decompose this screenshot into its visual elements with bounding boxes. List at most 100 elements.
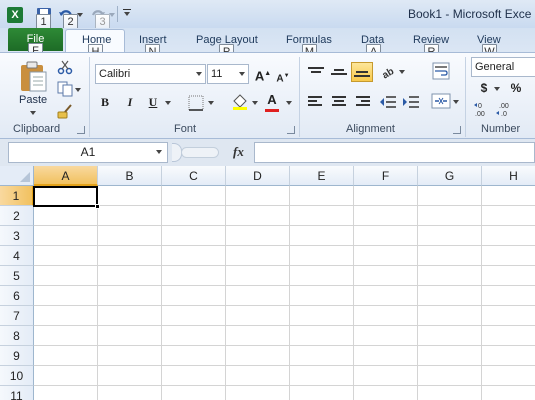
bottom-align-icon[interactable]	[351, 62, 373, 82]
column-header[interactable]: G	[418, 166, 482, 186]
shrink-font-button[interactable]: A▼	[273, 66, 293, 86]
underline-button[interactable]: U	[143, 92, 163, 112]
row-header[interactable]: 3	[0, 226, 34, 246]
grow-font-button[interactable]: A▲	[253, 64, 273, 84]
top-align-icon[interactable]	[306, 67, 326, 79]
increase-decimal-icon[interactable]: 0 .00	[474, 101, 492, 117]
row-header[interactable]: 6	[0, 286, 34, 306]
font-size-combo[interactable]: 11	[207, 64, 249, 84]
format-painter-icon[interactable]	[57, 103, 73, 119]
column-header[interactable]: C	[162, 166, 226, 186]
merge-dropdown-icon[interactable]	[453, 100, 459, 104]
active-cell-a1[interactable]	[33, 186, 98, 207]
grid-line	[225, 186, 226, 400]
window-title: Book1 - Microsoft Exce	[408, 7, 532, 21]
fill-color-dropdown-icon[interactable]	[252, 101, 258, 105]
borders-icon[interactable]	[188, 95, 204, 111]
grid-line	[289, 186, 290, 400]
worksheet-grid[interactable]: A B C D E F G H 1 2 3 4 5 6 7 8 9 10 11	[0, 166, 535, 400]
insert-function-button[interactable]: fx	[233, 144, 244, 160]
svg-text:.00: .00	[475, 111, 485, 117]
row-header[interactable]: 10	[0, 366, 34, 386]
currency-dropdown-icon[interactable]	[494, 87, 500, 91]
column-header[interactable]: E	[290, 166, 354, 186]
group-separator	[465, 57, 466, 137]
copy-dropdown-icon[interactable]	[75, 88, 81, 92]
alignment-launcher-icon[interactable]	[453, 126, 461, 134]
paste-button[interactable]: Paste	[19, 94, 47, 106]
font-launcher-icon[interactable]	[287, 126, 295, 134]
currency-button[interactable]: $	[474, 78, 494, 98]
name-box-dropdown-icon[interactable]	[156, 150, 162, 154]
font-color-swatch	[265, 109, 279, 112]
column-header[interactable]: F	[354, 166, 418, 186]
row-header[interactable]: 2	[0, 206, 34, 226]
grid-line	[34, 245, 535, 246]
increase-indent-icon[interactable]	[402, 94, 420, 110]
chevron-down-icon	[196, 72, 202, 76]
select-all-triangle-icon	[20, 172, 30, 182]
percent-button[interactable]: %	[506, 78, 526, 98]
italic-button[interactable]: I	[120, 92, 140, 112]
svg-text:ab: ab	[380, 66, 396, 79]
grid-line	[34, 345, 535, 346]
group-separator	[299, 57, 300, 137]
orientation-dropdown-icon[interactable]	[399, 70, 405, 74]
grid-line	[34, 285, 535, 286]
row-header[interactable]: 11	[0, 386, 34, 400]
column-header[interactable]: B	[98, 166, 162, 186]
copy-icon[interactable]	[57, 81, 73, 97]
qat-separator	[117, 6, 118, 22]
grid-line	[34, 205, 535, 206]
column-header[interactable]: D	[226, 166, 290, 186]
align-center-icon[interactable]	[331, 96, 347, 108]
select-all-corner[interactable]	[0, 166, 34, 186]
formula-bar-resize-handle[interactable]	[181, 147, 219, 158]
row-header[interactable]: 8	[0, 326, 34, 346]
row-header[interactable]: 1	[0, 186, 34, 206]
grid-line	[34, 325, 535, 326]
merge-center-icon[interactable]	[431, 93, 451, 109]
font-color-dropdown-icon[interactable]	[286, 101, 292, 105]
grid-line	[34, 305, 535, 306]
row-header[interactable]: 5	[0, 266, 34, 286]
middle-align-icon[interactable]	[329, 67, 349, 79]
group-label-alignment: Alignment	[346, 123, 395, 135]
fill-color-icon[interactable]	[231, 93, 249, 111]
paste-dropdown-icon[interactable]	[30, 111, 36, 115]
column-header[interactable]: H	[482, 166, 535, 186]
cut-icon[interactable]	[57, 59, 73, 75]
font-name-combo[interactable]: Calibri	[95, 64, 206, 84]
svg-text:.00: .00	[499, 103, 509, 110]
borders-dropdown-icon[interactable]	[208, 101, 214, 105]
clipboard-launcher-icon[interactable]	[77, 126, 85, 134]
number-format-combo[interactable]: General	[471, 57, 535, 77]
orientation-icon[interactable]: ab	[380, 63, 398, 79]
align-left-icon[interactable]	[308, 96, 324, 108]
grid-line	[97, 186, 98, 400]
column-header[interactable]: A	[34, 166, 98, 186]
wrap-text-icon[interactable]	[432, 62, 450, 80]
fill-handle[interactable]	[95, 204, 100, 209]
paste-icon[interactable]	[18, 59, 48, 93]
row-header[interactable]: 9	[0, 346, 34, 366]
decrease-decimal-icon[interactable]: .00 .0	[496, 101, 514, 117]
row-header[interactable]: 4	[0, 246, 34, 266]
customize-qat-icon[interactable]	[123, 9, 133, 19]
font-color-icon[interactable]: A	[262, 90, 282, 110]
bold-button[interactable]: B	[95, 92, 115, 112]
title-bar: X Book1 - Microsoft Exce	[0, 0, 535, 28]
svg-text:0: 0	[478, 103, 482, 110]
excel-logo-icon[interactable]: X	[7, 7, 23, 23]
formula-input[interactable]	[254, 142, 535, 163]
underline-dropdown-icon[interactable]	[165, 101, 171, 105]
grid-line	[353, 186, 354, 400]
name-box[interactable]: A1	[8, 142, 168, 163]
align-right-icon[interactable]	[354, 96, 370, 108]
group-separator	[89, 57, 90, 137]
decrease-indent-icon[interactable]	[379, 94, 397, 110]
group-label-clipboard: Clipboard	[13, 123, 61, 135]
row-header[interactable]: 7	[0, 306, 34, 326]
svg-text:.0: .0	[501, 111, 507, 117]
grid-line	[34, 225, 535, 226]
